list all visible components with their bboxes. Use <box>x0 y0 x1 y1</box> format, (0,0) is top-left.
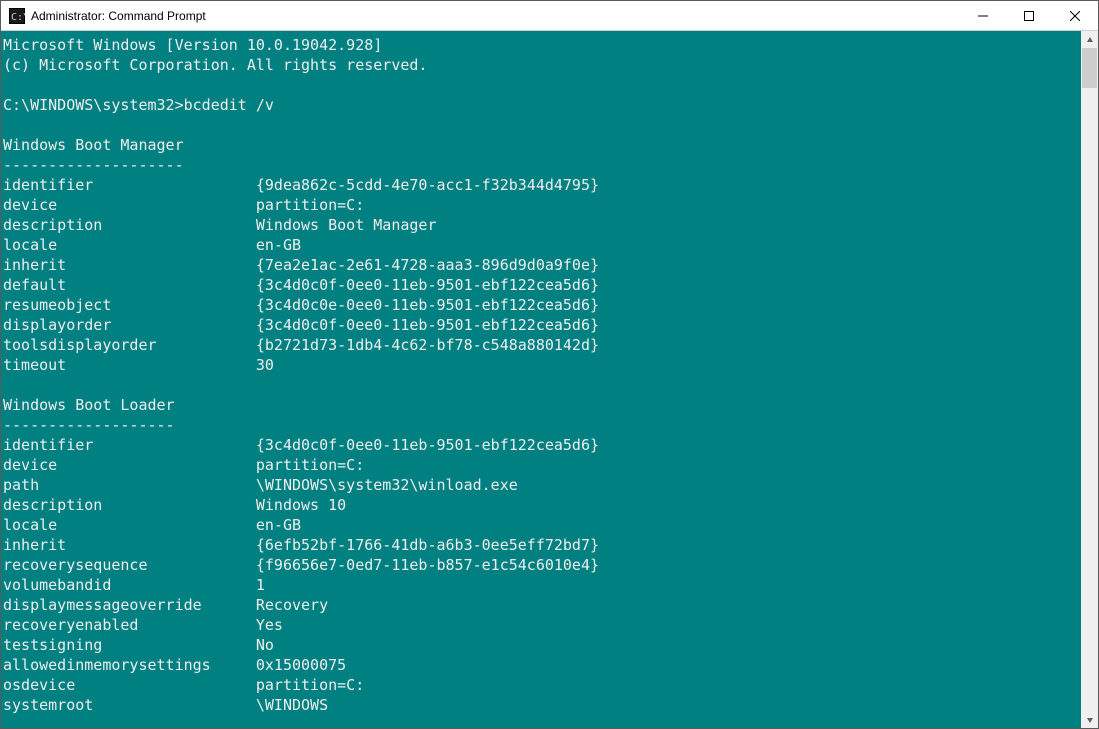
kv-key: displaymessageoverride <box>3 595 256 615</box>
kv-key: device <box>3 455 256 475</box>
kv-val: \WINDOWS\system32\winload.exe <box>256 476 518 494</box>
close-button[interactable] <box>1052 1 1098 31</box>
kv-key: locale <box>3 515 256 535</box>
prompt-command: bcdedit /v <box>184 96 274 114</box>
scroll-thumb[interactable] <box>1082 48 1097 88</box>
kv-key: resumeobject <box>3 295 256 315</box>
section-title: Windows Boot Manager <box>3 136 184 154</box>
kv-key: toolsdisplayorder <box>3 335 256 355</box>
section-underline: ------------------- <box>3 416 175 434</box>
kv-row: descriptionWindows 10 <box>3 495 1079 515</box>
client-area: Microsoft Windows [Version 10.0.19042.92… <box>1 31 1098 728</box>
kv-key: description <box>3 215 256 235</box>
window-title: Administrator: Command Prompt <box>31 9 206 23</box>
kv-key: inherit <box>3 255 256 275</box>
kv-val: en-GB <box>256 236 301 254</box>
titlebar[interactable]: C:\ Administrator: Command Prompt <box>1 1 1098 31</box>
kv-key: description <box>3 495 256 515</box>
kv-row: descriptionWindows Boot Manager <box>3 215 1079 235</box>
kv-row: default{3c4d0c0f-0ee0-11eb-9501-ebf122ce… <box>3 275 1079 295</box>
scroll-down-button[interactable] <box>1081 711 1098 728</box>
kv-val: 30 <box>256 356 274 374</box>
kv-key: testsigning <box>3 635 256 655</box>
kv-key: identifier <box>3 435 256 455</box>
kv-key: inherit <box>3 535 256 555</box>
kv-val: Yes <box>256 616 283 634</box>
kv-val: 1 <box>256 576 265 594</box>
kv-row: devicepartition=C: <box>3 195 1079 215</box>
cmd-window: C:\ Administrator: Command Prompt Micros… <box>0 0 1099 729</box>
kv-row: toolsdisplayorder{b2721d73-1db4-4c62-bf7… <box>3 335 1079 355</box>
copyright-line: (c) Microsoft Corporation. All rights re… <box>3 56 427 74</box>
kv-row: systemroot\WINDOWS <box>3 695 1079 715</box>
kv-key: displayorder <box>3 315 256 335</box>
kv-key: systemroot <box>3 695 256 715</box>
kv-val: {3c4d0c0e-0ee0-11eb-9501-ebf122cea5d6} <box>256 296 599 314</box>
kv-row: localeen-GB <box>3 515 1079 535</box>
scroll-up-button[interactable] <box>1081 31 1098 48</box>
kv-key: timeout <box>3 355 256 375</box>
minimize-button[interactable] <box>960 1 1006 31</box>
kv-row: localeen-GB <box>3 235 1079 255</box>
maximize-button[interactable] <box>1006 1 1052 31</box>
kv-key: osdevice <box>3 675 256 695</box>
kv-val: {b2721d73-1db4-4c62-bf78-c548a880142d} <box>256 336 599 354</box>
svg-text:C:\: C:\ <box>11 12 25 23</box>
kv-key: recoverysequence <box>3 555 256 575</box>
kv-val: 0x15000075 <box>256 656 346 674</box>
kv-row: testsigningNo <box>3 635 1079 655</box>
kv-row: osdevicepartition=C: <box>3 675 1079 695</box>
kv-key: identifier <box>3 175 256 195</box>
kv-val: No <box>256 636 274 654</box>
cmd-icon: C:\ <box>9 8 25 24</box>
kv-row: path\WINDOWS\system32\winload.exe <box>3 475 1079 495</box>
kv-val: {3c4d0c0f-0ee0-11eb-9501-ebf122cea5d6} <box>256 436 599 454</box>
kv-row: recoverysequence{f96656e7-0ed7-11eb-b857… <box>3 555 1079 575</box>
kv-val: {3c4d0c0f-0ee0-11eb-9501-ebf122cea5d6} <box>256 276 599 294</box>
kv-val: en-GB <box>256 516 301 534</box>
kv-row: devicepartition=C: <box>3 455 1079 475</box>
kv-row: inherit{6efb52bf-1766-41db-a6b3-0ee5eff7… <box>3 535 1079 555</box>
version-line: Microsoft Windows [Version 10.0.19042.92… <box>3 36 382 54</box>
kv-val: {7ea2e1ac-2e61-4728-aaa3-896d9d0a9f0e} <box>256 256 599 274</box>
kv-val: {f96656e7-0ed7-11eb-b857-e1c54c6010e4} <box>256 556 599 574</box>
kv-val: {6efb52bf-1766-41db-a6b3-0ee5eff72bd7} <box>256 536 599 554</box>
kv-key: device <box>3 195 256 215</box>
kv-key: locale <box>3 235 256 255</box>
kv-key: path <box>3 475 256 495</box>
kv-val: \WINDOWS <box>256 696 328 714</box>
kv-key: allowedinmemorysettings <box>3 655 256 675</box>
kv-row: resumeobject{3c4d0c0e-0ee0-11eb-9501-ebf… <box>3 295 1079 315</box>
kv-val: {3c4d0c0f-0ee0-11eb-9501-ebf122cea5d6} <box>256 316 599 334</box>
prompt-path: C:\WINDOWS\system32> <box>3 96 184 114</box>
kv-row: allowedinmemorysettings0x15000075 <box>3 655 1079 675</box>
section-underline: -------------------- <box>3 156 184 174</box>
kv-val: partition=C: <box>256 456 364 474</box>
kv-val: {9dea862c-5cdd-4e70-acc1-f32b344d4795} <box>256 176 599 194</box>
section-title: Windows Boot Loader <box>3 396 175 414</box>
kv-val: partition=C: <box>256 676 364 694</box>
kv-val: partition=C: <box>256 196 364 214</box>
kv-val: Windows Boot Manager <box>256 216 437 234</box>
kv-row: timeout30 <box>3 355 1079 375</box>
kv-row: displayorder{3c4d0c0f-0ee0-11eb-9501-ebf… <box>3 315 1079 335</box>
vertical-scrollbar[interactable] <box>1081 31 1098 728</box>
kv-row: identifier{3c4d0c0f-0ee0-11eb-9501-ebf12… <box>3 435 1079 455</box>
kv-key: recoveryenabled <box>3 615 256 635</box>
kv-row: inherit{7ea2e1ac-2e61-4728-aaa3-896d9d0a… <box>3 255 1079 275</box>
kv-val: Windows 10 <box>256 496 346 514</box>
kv-key: default <box>3 275 256 295</box>
kv-row: recoveryenabledYes <box>3 615 1079 635</box>
kv-key: volumebandid <box>3 575 256 595</box>
kv-row: volumebandid1 <box>3 575 1079 595</box>
kv-row: identifier{9dea862c-5cdd-4e70-acc1-f32b3… <box>3 175 1079 195</box>
terminal-output[interactable]: Microsoft Windows [Version 10.0.19042.92… <box>1 31 1081 728</box>
kv-row: displaymessageoverrideRecovery <box>3 595 1079 615</box>
kv-val: Recovery <box>256 596 328 614</box>
